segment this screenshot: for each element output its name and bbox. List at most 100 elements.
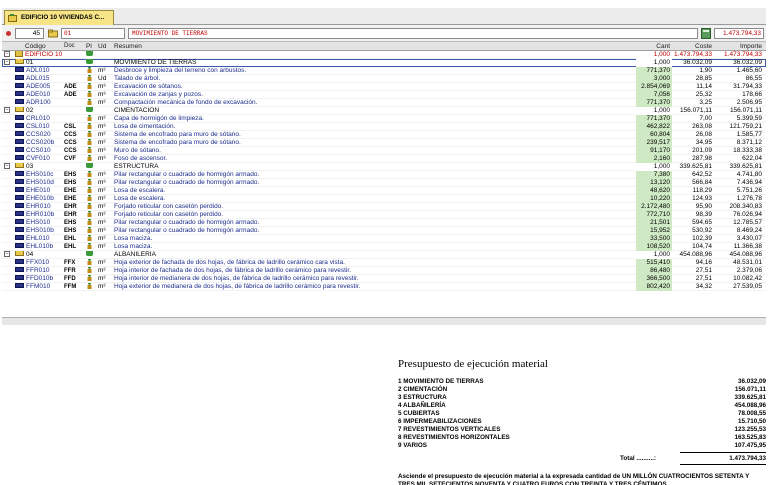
item-row[interactable]: EHS010d EHS m³ Pilar rectangular o cuadrado… — [2, 179, 766, 187]
item-row[interactable]: EHL010b EHL m² Losa maciza. 108,520 104,74 11.… — [2, 243, 766, 251]
total-double-rule — [680, 464, 766, 465]
chapter-folder-icon — [15, 251, 24, 257]
item-pl — [86, 259, 96, 267]
col-header-importe[interactable]: Importe — [714, 42, 764, 50]
item-cant: 48,620 — [636, 187, 672, 195]
item-cost: 287,98 — [692, 155, 712, 162]
item-ud: m² — [98, 187, 106, 194]
description-field[interactable]: MOVIMIENTO DE TIERRAS — [128, 28, 698, 39]
item-row[interactable]: ADE005 ADE m³ Excavación de sótanos. 2.854,0… — [2, 83, 766, 91]
chapter-pl — [86, 107, 96, 115]
item-row[interactable]: ADR100 m² Compactación mecánica de fondo d… — [2, 99, 766, 107]
unit-price-icon — [15, 75, 24, 80]
chapter-collapse-toggle[interactable]: − — [4, 251, 14, 259]
item-ud: m³ — [98, 83, 106, 90]
chapter-desc: MOVIMIENTO DE TIERRAS — [114, 59, 197, 66]
item-cant: 7,056 — [636, 91, 672, 99]
item-row[interactable]: EHL010 EHL m² Losa maciza. 33,500 102,39 3.430… — [2, 235, 766, 243]
summary-chapter-row: 4 ALBAÑILERÍA 454.088,96 — [398, 402, 766, 410]
item-doc: EHL — [64, 236, 76, 242]
root-collapse-toggle[interactable]: − — [4, 51, 14, 59]
item-row[interactable]: EHE010 EHE m² Losa de escalera. 48,620 118,29… — [2, 187, 766, 195]
item-row[interactable]: EHE010b EHE m² Losa de escalera. 10,220 124,9… — [2, 195, 766, 203]
worker-icon — [87, 75, 92, 81]
item-code: EHS010 — [15, 219, 63, 227]
col-header-code[interactable]: Código — [15, 42, 63, 50]
code-field[interactable]: 01 — [61, 28, 125, 39]
item-row[interactable]: FFD010b FFD m² Hoja interior de medianera d… — [2, 275, 766, 283]
item-doc: FFM — [64, 284, 77, 290]
item-row[interactable]: CCS010 CCS m³ Muro de sótano. 91,170 201,09 18… — [2, 147, 766, 155]
item-row[interactable]: CSL010 CSL m³ Losa de cimentación. 462,822 26… — [2, 123, 766, 131]
chapter-code: 04 — [15, 251, 63, 259]
tab-label: EDIFICIO 10 VIVIENDAS C... — [21, 14, 105, 21]
chapter-row[interactable]: −01 MOVIMIENTO DE TIERRAS 1,000 36.032,09 36… — [2, 59, 766, 67]
item-cost: 201,09 — [692, 147, 712, 154]
tab-strip: EDIFICIO 10 VIVIENDAS C... — [2, 8, 766, 25]
item-row[interactable]: ADL015 Ud Talado de árbol. 3,000 28,85 86,55 — [2, 75, 766, 83]
item-ud: m² — [98, 243, 106, 250]
item-cost: 104,74 — [692, 243, 712, 250]
col-header-coste[interactable]: Coste — [672, 42, 714, 50]
col-header-doc[interactable]: Doc — [64, 42, 84, 50]
item-cost: 34,95 — [695, 139, 712, 146]
item-code: ADR100 — [15, 99, 63, 107]
item-doc — [64, 67, 84, 75]
item-row[interactable]: EHR010 EHR m² Forjado reticular con casetón… — [2, 203, 766, 211]
item-cost: 566,84 — [692, 179, 712, 186]
item-cost: 27,51 — [695, 275, 712, 282]
item-desc: Pilar rectangular o cuadrado de hormigón… — [114, 171, 260, 178]
item-doc: FFX — [64, 260, 76, 266]
item-imp: 5.751,26 — [736, 187, 762, 194]
record-number-field[interactable]: 45 — [15, 28, 44, 39]
item-doc: EHS — [64, 172, 77, 178]
summary-chapter-name: 8 REVESTIMIENTOS HORIZONTALES — [398, 434, 510, 441]
item-row[interactable]: FFX010 FFX m² Hoja exterior de fachada de d… — [2, 259, 766, 267]
item-cant: 33,500 — [636, 235, 672, 243]
item-row[interactable]: ADE010 ADE m³ Excavación de zanjas y pozos.… — [2, 91, 766, 99]
chapter-row[interactable]: −02 CIMENTACIÓN 1,000 156.071,11 156.071,11 — [2, 107, 766, 115]
folder-icon[interactable] — [48, 28, 58, 39]
horizontal-scrollbar[interactable] — [2, 317, 766, 325]
summary-chapter-name: 3 ESTRUCTURA — [398, 394, 447, 401]
unit-price-icon — [15, 275, 24, 280]
col-header-cant[interactable]: Cant — [636, 42, 672, 50]
col-header-resumen[interactable]: Resumen — [114, 42, 636, 50]
item-doc: ADE — [64, 84, 77, 90]
item-row[interactable]: EHR010b EHR m² Forjado reticular con casetó… — [2, 211, 766, 219]
item-cost: 28,85 — [695, 75, 712, 82]
item-row[interactable]: ADL010 m² Desbroce y limpieza del terreno … — [2, 67, 766, 75]
item-ud: m³ — [98, 227, 106, 234]
col-header-pl[interactable]: Pl — [86, 42, 96, 50]
item-ud: m² — [98, 195, 106, 202]
chapter-collapse-toggle[interactable]: − — [4, 107, 14, 115]
item-row[interactable]: FFM010 FFM m² Hoja exterior de medianera de… — [2, 283, 766, 291]
chapter-collapse-toggle[interactable]: − — [4, 59, 14, 67]
root-row[interactable]: − EDIFICIO 10 1,000 1.473.794,33 1.473.7… — [2, 51, 766, 59]
toolbar: 45 01 MOVIMIENTO DE TIERRAS 1.473.794,33 — [2, 25, 766, 42]
summary-total-row: Total ..........: 1.473.794,33 — [398, 452, 766, 465]
worker-icon — [87, 283, 92, 289]
item-row[interactable]: CRL010 m² Capa de hormigón de limpieza. 771… — [2, 115, 766, 123]
item-row[interactable]: EHS010b EHS m³ Pilar rectangular o cuadrado… — [2, 227, 766, 235]
item-code: EHS010d — [15, 179, 63, 187]
chapter-row[interactable]: −03 ESTRUCTURA 1,000 339.625,81 339.625,81 — [2, 163, 766, 171]
item-row[interactable]: EHS010c EHS m³ Pilar rectangular o cuadrado… — [2, 171, 766, 179]
item-cant: 86,480 — [636, 267, 672, 275]
item-row[interactable]: EHS010 EHS m³ Pilar rectangular o cuadrado … — [2, 219, 766, 227]
calculator-icon[interactable] — [701, 28, 711, 39]
chapter-row[interactable]: −04 ALBAÑILERÍA 1,000 454.088,96 454.088,96 — [2, 251, 766, 259]
summary-chapter-row: 6 IMPERMEABILIZACIONES 15.710,50 — [398, 418, 766, 426]
item-desc: Foso de ascensor. — [114, 155, 168, 162]
item-pl — [86, 75, 96, 83]
item-pl — [86, 147, 96, 155]
item-row[interactable]: CVF010 CVF m³ Foso de ascensor. 2,160 287,98 6… — [2, 155, 766, 163]
item-row[interactable]: FFR010 FFR m² Hoja interior de fachada de d… — [2, 267, 766, 275]
chapter-collapse-toggle[interactable]: − — [4, 163, 14, 171]
col-header-ud[interactable]: Ud — [98, 42, 112, 50]
tab-edificio[interactable]: EDIFICIO 10 VIVIENDAS C... — [4, 10, 114, 25]
item-row[interactable]: CCS020b CCS m² Sistema de encofrado para mu… — [2, 139, 766, 147]
chapter-cost: 454.088,96 — [679, 251, 712, 258]
item-row[interactable]: CCS020 CCS m² Sistema de encofrado para mur… — [2, 131, 766, 139]
item-ud: m² — [98, 283, 106, 290]
